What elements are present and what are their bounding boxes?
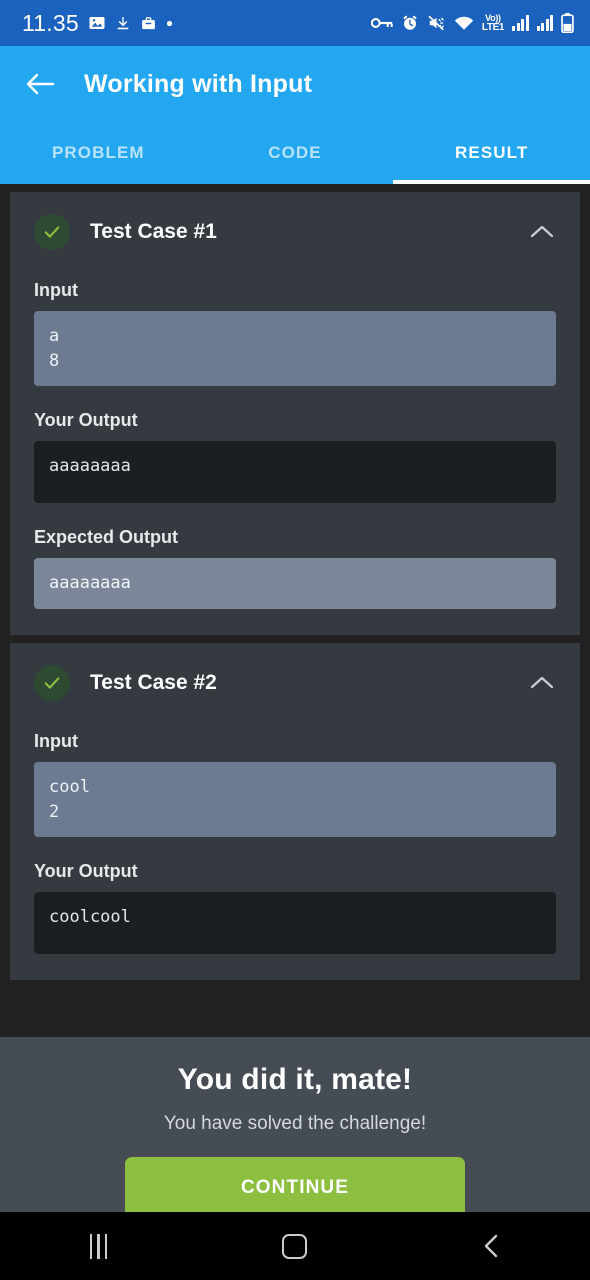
chevron-up-icon[interactable] <box>528 669 556 697</box>
mute-vibrate-icon <box>427 14 446 32</box>
app-bar: Working with Input PROBLEM CODE RESULT <box>0 46 590 184</box>
test-case-list[interactable]: Test Case #1 Input a 8 Your Output aaaaa… <box>0 184 590 1037</box>
signal-bars-icon <box>512 15 529 31</box>
vpn-key-icon <box>370 15 393 31</box>
continue-button[interactable]: CONTINUE <box>125 1157 465 1219</box>
tab-result[interactable]: RESULT <box>393 122 590 184</box>
test-case-card: Test Case #2 Input cool 2 Your Output co… <box>10 642 580 981</box>
your-output-value: coolcool <box>34 892 556 955</box>
your-output-value: aaaaaaaa <box>34 441 556 504</box>
test-case-title: Test Case #2 <box>90 670 217 694</box>
success-subtitle: You have solved the challenge! <box>163 1113 427 1134</box>
alarm-icon <box>401 14 419 32</box>
tab-code[interactable]: CODE <box>197 122 394 184</box>
expected-output-value: aaaaaaaa <box>34 558 556 609</box>
arrow-left-icon[interactable] <box>24 67 58 101</box>
wifi-icon <box>454 15 474 32</box>
dot-icon <box>166 20 173 27</box>
signal-bars-icon <box>536 15 553 31</box>
success-title: You did it, mate! <box>177 1063 413 1096</box>
status-bar-left: 11.35 <box>22 10 173 37</box>
field-label-your-output: Your Output <box>34 861 138 882</box>
back-chevron-icon[interactable] <box>457 1223 527 1269</box>
status-bar-right: Vo)) LTE1 <box>370 12 574 33</box>
field-label-input: Input <box>34 730 78 751</box>
input-value: cool 2 <box>34 761 556 838</box>
phone-screen: 11.35 Vo)) LTE1 Working with Input PROBL… <box>0 0 590 1280</box>
download-icon <box>115 14 131 32</box>
status-clock: 11.35 <box>22 9 79 36</box>
field-label-your-output: Your Output <box>34 410 138 431</box>
image-icon <box>88 14 106 32</box>
check-icon <box>34 214 70 250</box>
app-icon <box>140 15 157 32</box>
check-icon <box>34 664 70 701</box>
status-bar: 11.35 Vo)) LTE1 <box>0 0 590 46</box>
input-value: a 8 <box>34 311 556 387</box>
chevron-up-icon[interactable] <box>528 218 556 246</box>
tab-bar: PROBLEM CODE RESULT <box>0 122 590 184</box>
app-bar-top: Working with Input <box>0 46 590 122</box>
field-label-expected-output: Expected Output <box>34 527 179 548</box>
tab-problem[interactable]: PROBLEM <box>0 122 197 184</box>
test-case-card: Test Case #1 Input a 8 Your Output aaaaa… <box>10 192 580 635</box>
android-nav-bar <box>0 1212 590 1280</box>
home-icon[interactable] <box>260 1223 330 1269</box>
recents-icon[interactable] <box>63 1223 133 1269</box>
field-label-input: Input <box>34 280 78 300</box>
test-case-header[interactable]: Test Case #2 <box>34 664 556 707</box>
network-type-label: Vo)) LTE1 <box>481 12 505 33</box>
page-title: Working with Input <box>84 69 313 98</box>
battery-icon <box>561 13 574 33</box>
success-panel: You did it, mate! You have solved the ch… <box>0 1037 590 1219</box>
test-case-title: Test Case #1 <box>90 220 217 243</box>
test-case-header[interactable]: Test Case #1 <box>34 214 556 256</box>
